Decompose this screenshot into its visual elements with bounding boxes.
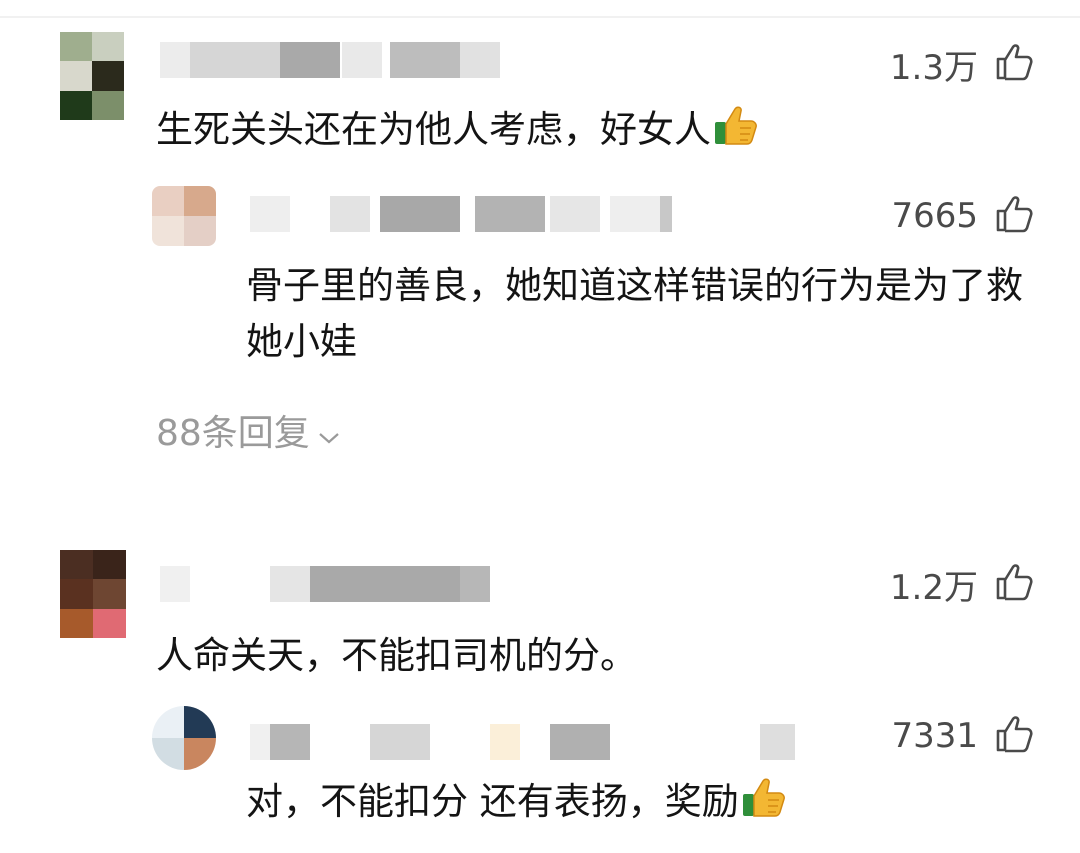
- reply-username-blurred[interactable]: [250, 196, 672, 232]
- reply-body: 对，不能扣分 还有表扬，奖励: [246, 780, 739, 823]
- reply-like-count: 7331: [891, 716, 978, 756]
- reply-avatar[interactable]: [152, 186, 216, 246]
- like-button[interactable]: 1.3万: [820, 42, 1034, 88]
- thumbs-up-emoji: [713, 104, 759, 148]
- comment-text: 人命关天，不能扣司机的分。: [156, 634, 637, 677]
- reply-username-blurred[interactable]: [250, 724, 795, 760]
- thumbs-up-emoji: [741, 776, 787, 820]
- replies-count-label: 88条回复: [156, 413, 310, 454]
- chevron-down-icon: [310, 410, 340, 458]
- top-divider: [0, 16, 1080, 18]
- username-blurred[interactable]: [160, 566, 490, 602]
- reply-like-button[interactable]: 7331: [820, 714, 1034, 758]
- comment-text: 生死关头还在为他人考虑，好女人: [156, 104, 759, 156]
- reply-like-button[interactable]: 7665: [820, 194, 1034, 238]
- thumbs-up-outline-icon: [994, 194, 1034, 238]
- avatar[interactable]: [60, 550, 126, 638]
- reply-like-count: 7665: [891, 196, 978, 236]
- thumbs-up-outline-icon: [994, 714, 1034, 758]
- thumbs-up-outline-icon: [994, 562, 1034, 606]
- like-button[interactable]: 1.2万: [820, 562, 1034, 608]
- comment-body: 生死关头还在为他人考虑，好女人: [156, 108, 711, 151]
- like-count: 1.3万: [889, 47, 978, 88]
- reply-text: 对，不能扣分 还有表扬，奖励: [246, 776, 787, 828]
- like-count: 1.2万: [889, 567, 978, 608]
- view-replies-button[interactable]: 88条回复: [156, 410, 340, 458]
- avatar[interactable]: [60, 32, 124, 120]
- thumbs-up-outline-icon: [994, 42, 1034, 86]
- username-blurred[interactable]: [160, 42, 500, 78]
- reply-avatar[interactable]: [152, 706, 216, 770]
- reply-text: 骨子里的善良，她知道这样错误的行为是为了救她小娃: [246, 264, 1023, 363]
